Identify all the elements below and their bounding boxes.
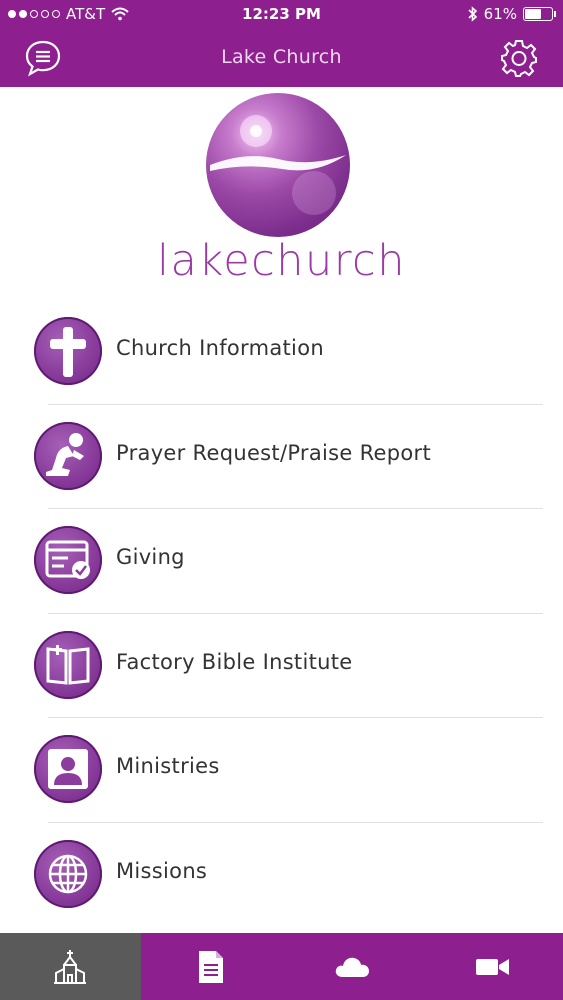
cloud-icon [335,957,369,977]
document-icon [199,950,224,983]
top-bar: AT&T 12:23 PM 61% Lake Church [0,0,563,87]
menu-item-label: Missions [116,858,208,883]
globe-icon [34,839,102,908]
menu-item-prayer-request[interactable]: Prayer Request/Praise Report [0,405,563,510]
logo-wave-icon [210,115,346,215]
menu-item-giving[interactable]: Giving [0,509,563,614]
tab-bar [0,933,563,1000]
logo-text: lakechurch [157,236,406,286]
video-camera-icon [475,958,509,975]
main-menu: Church Information Prayer Request/Praise… [0,300,563,928]
bluetooth-icon [468,6,477,22]
nav-bar: Lake Church [0,30,563,87]
tab-documents[interactable] [141,933,282,1000]
status-bar: AT&T 12:23 PM 61% [0,0,563,30]
tab-cloud[interactable] [282,933,423,1000]
battery-icon [523,7,556,21]
menu-item-church-information[interactable]: Church Information [0,300,563,405]
page-title: Lake Church [221,46,342,68]
menu-item-missions[interactable]: Missions [0,823,563,928]
church-logo: lakechurch [0,90,563,286]
menu-item-label: Factory Bible Institute [116,649,353,674]
bible-icon [34,630,102,699]
menu-item-label: Church Information [116,336,324,360]
menu-item-label: Giving [116,545,185,570]
battery-percent: 61% [483,5,517,23]
person-card-icon [34,735,102,804]
menu-item-label: Prayer Request/Praise Report [116,440,432,465]
giving-form-icon [34,526,102,595]
tab-video[interactable] [422,933,563,1000]
menu-item-ministries[interactable]: Ministries [0,718,563,823]
menu-item-label: Ministries [116,754,220,779]
cross-icon [34,317,102,385]
logo-emblem [206,93,350,237]
church-icon [54,949,87,984]
praying-person-icon [34,421,102,490]
tab-home[interactable] [0,933,141,1000]
menu-item-factory-bible-institute[interactable]: Factory Bible Institute [0,614,563,719]
gear-icon[interactable] [499,38,539,78]
